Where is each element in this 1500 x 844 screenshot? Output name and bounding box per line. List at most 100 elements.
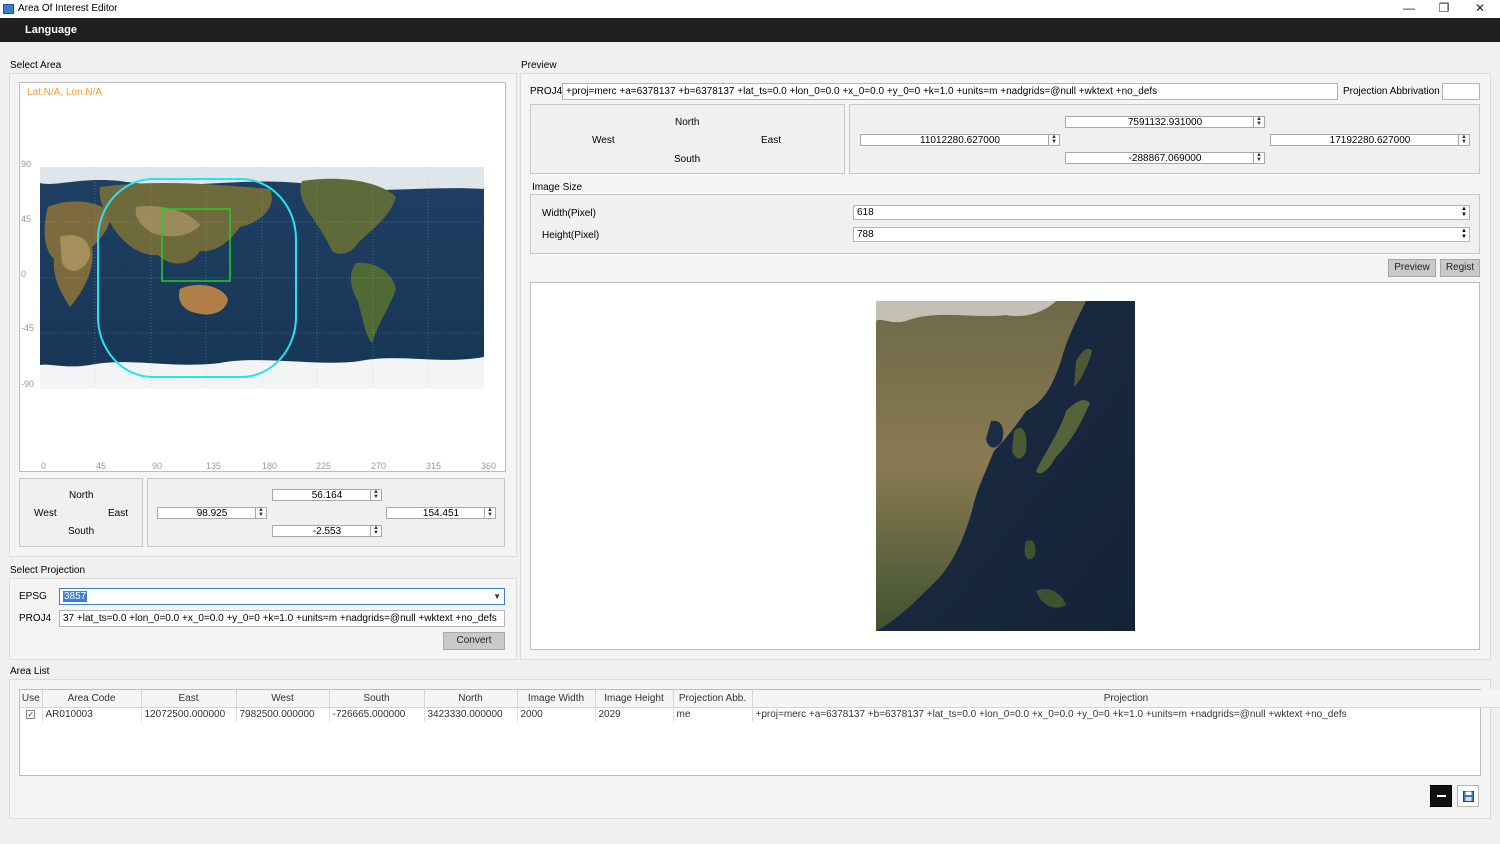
close-button[interactable]: ✕: [1463, 0, 1497, 18]
preview-west-spinbox[interactable]: 11012280.627000 ▲ ▼: [860, 134, 1060, 146]
column-header[interactable]: South: [329, 690, 425, 708]
preview-bounds-labels: North West East South: [530, 104, 845, 174]
column-header[interactable]: Image Height: [595, 690, 674, 708]
preview-west-label: West: [592, 135, 615, 146]
east-spinbox[interactable]: 154.451 ▲ ▼: [386, 507, 496, 519]
east-label: East: [108, 508, 129, 519]
chevron-down-icon[interactable]: ▼: [493, 589, 501, 604]
world-map-canvas[interactable]: Lat:N/A, Lon:N/A 90 45 0 -45 -90 0 45 90…: [19, 82, 506, 472]
north-spinbox[interactable]: 56.164 ▲ ▼: [272, 489, 382, 501]
spin-arrows-icon[interactable]: ▲ ▼: [1461, 228, 1467, 240]
projection-abbrivation-input[interactable]: [1442, 83, 1480, 100]
remove-button[interactable]: [1430, 785, 1452, 807]
preview-label: Preview: [521, 60, 557, 71]
column-header[interactable]: Projection Abb.: [673, 690, 753, 708]
preview-button[interactable]: Preview: [1388, 259, 1436, 277]
preview-east-label: East: [761, 135, 782, 146]
area-list-table: Use Area Code East West South North Imag…: [20, 690, 1500, 722]
menu-bar: Language: [0, 18, 1500, 42]
cell-south: -726665.000000: [329, 707, 425, 722]
height-value: 788: [857, 229, 874, 240]
minus-icon: [1437, 795, 1446, 797]
proj4-input[interactable]: 37 +lat_ts=0.0 +lon_0=0.0 +x_0=0.0 +y_0=…: [59, 610, 505, 627]
spin-arrows-icon[interactable]: ▲ ▼: [370, 525, 381, 536]
column-header[interactable]: Projection: [752, 690, 1500, 708]
epsg-value: 3857: [63, 591, 88, 602]
x-tick-180: 180: [262, 461, 278, 471]
window-title: Area Of Interest Editor: [18, 3, 118, 14]
preview-satellite-image: [876, 301, 1135, 631]
cell-image-width: 2000: [517, 707, 596, 722]
preview-west-value: 11012280.627000: [920, 135, 1000, 146]
preview-bounds-values: 7591132.931000 ▲ ▼ 11012280.627000 ▲ ▼ 17192…: [849, 104, 1480, 174]
maximize-button[interactable]: ❐: [1427, 0, 1461, 18]
select-area-label: Select Area: [10, 60, 62, 71]
west-spinbox[interactable]: 98.925 ▲ ▼: [157, 507, 267, 519]
west-value: 98.925: [196, 508, 228, 519]
south-spinbox[interactable]: -2.553 ▲ ▼: [272, 525, 382, 537]
x-tick-135: 135: [206, 461, 222, 471]
world-map-image: [40, 167, 484, 389]
cell-image-height: 2029: [595, 707, 674, 722]
use-checkbox[interactable]: ✓: [26, 710, 36, 720]
x-tick-315: 315: [426, 461, 442, 471]
column-header[interactable]: West: [236, 690, 330, 708]
regist-button[interactable]: Regist: [1440, 259, 1480, 277]
preview-south-spinbox[interactable]: -288867.069000 ▲ ▼: [1065, 152, 1265, 164]
spin-arrows-icon[interactable]: ▲ ▼: [1253, 152, 1264, 163]
column-header[interactable]: Image Width: [517, 690, 596, 708]
cell-projection: +proj=merc +a=6378137 +b=6378137 +lat_ts…: [752, 707, 1500, 722]
spin-arrows-icon[interactable]: ▲ ▼: [1461, 206, 1467, 218]
preview-north-value: 7591132.931000: [1127, 117, 1203, 128]
area-bounds-values: 56.164 ▲ ▼ 98.925 ▲ ▼ 154.451 ▲ ▼ -2.553 ▲ ▼: [147, 478, 505, 547]
area-list-table-container: Use Area Code East West South North Imag…: [19, 689, 1500, 776]
select-projection-label: Select Projection: [10, 565, 86, 576]
preview-image-area: [530, 282, 1480, 650]
floppy-disk-icon: [1463, 791, 1474, 802]
cell-west: 7982500.000000: [236, 707, 330, 722]
spin-arrows-icon[interactable]: ▲ ▼: [484, 507, 495, 518]
image-size-frame: Width(Pixel) 618 ▲ ▼ Height(Pixel) 788 ▲ ▼: [530, 194, 1480, 254]
preview-south-label: South: [674, 154, 701, 165]
x-tick-45: 45: [96, 461, 107, 471]
preview-proj4-label: PROJ4: [530, 86, 563, 97]
minimize-button[interactable]: —: [1392, 0, 1426, 18]
height-label: Height(Pixel): [542, 230, 600, 241]
column-header[interactable]: Use: [20, 690, 43, 708]
menu-language[interactable]: Language: [25, 24, 77, 36]
height-spinbox[interactable]: 788 ▲ ▼: [853, 227, 1470, 242]
width-value: 618: [857, 207, 874, 218]
preview-north-spinbox[interactable]: 7591132.931000 ▲ ▼: [1065, 116, 1265, 128]
save-button[interactable]: [1457, 785, 1479, 807]
north-label: North: [69, 490, 94, 501]
convert-button[interactable]: Convert: [443, 632, 505, 650]
width-label: Width(Pixel): [542, 208, 596, 219]
column-header[interactable]: East: [141, 690, 237, 708]
spin-arrows-icon[interactable]: ▲ ▼: [1458, 134, 1469, 145]
table-row[interactable]: ✓ AR010003 12072500.000000 7982500.00000…: [20, 707, 1500, 722]
proj4-label: PROJ4: [19, 613, 52, 624]
column-header[interactable]: Area Code: [42, 690, 142, 708]
preview-north-label: North: [675, 117, 700, 128]
title-bar: Area Of Interest Editor — ❐ ✕: [0, 0, 1500, 18]
x-tick-270: 270: [371, 461, 387, 471]
spin-arrows-icon[interactable]: ▲ ▼: [1253, 116, 1264, 127]
preview-south-value: -288867.069000: [1128, 153, 1202, 164]
preview-proj4-input[interactable]: +proj=merc +a=6378137 +b=6378137 +lat_ts…: [562, 83, 1338, 100]
spin-arrows-icon[interactable]: ▲ ▼: [370, 489, 381, 500]
preview-east-spinbox[interactable]: 17192280.627000 ▲ ▼: [1270, 134, 1470, 146]
west-label: West: [34, 508, 57, 519]
x-tick-360: 360: [481, 461, 497, 471]
spin-arrows-icon[interactable]: ▲ ▼: [1048, 134, 1059, 145]
area-bounds-labels: North West East South: [19, 478, 143, 547]
preview-east-value: 17192280.627000: [1329, 135, 1411, 146]
y-tick-0: 0: [21, 269, 27, 279]
y-tick-neg45: -45: [21, 323, 35, 333]
projection-abbrivation-label: Projection Abbrivation: [1343, 86, 1440, 97]
epsg-combobox[interactable]: 3857 ▼: [59, 588, 505, 605]
column-header[interactable]: North: [424, 690, 518, 708]
x-tick-225: 225: [316, 461, 332, 471]
width-spinbox[interactable]: 618 ▲ ▼: [853, 205, 1470, 220]
spin-arrows-icon[interactable]: ▲ ▼: [255, 507, 266, 518]
x-tick-90: 90: [152, 461, 163, 471]
